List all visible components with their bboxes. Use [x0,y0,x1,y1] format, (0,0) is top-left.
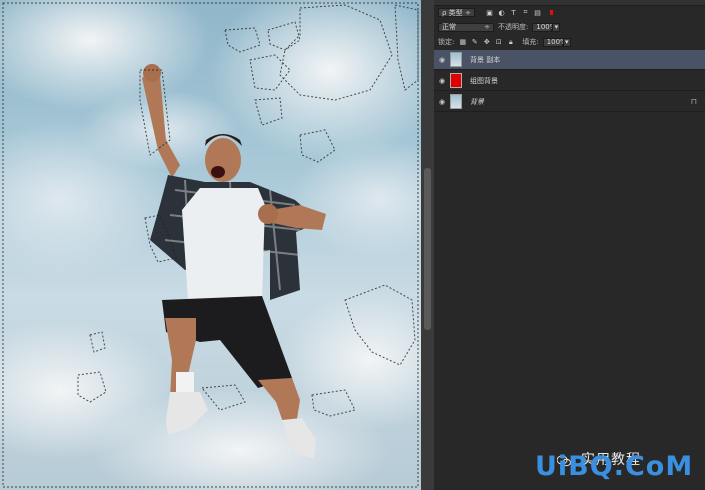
lock-label: 锁定: [438,38,455,46]
visibility-eye-icon[interactable]: ◉ [434,77,450,85]
filter-kind-label: ρ 类型 [442,8,463,17]
fill-slider-toggle[interactable]: ▾ [562,37,571,47]
lock-move-icon[interactable]: ✥ [482,38,491,47]
blend-mode-label: 正常 [442,23,456,31]
pixel-filter-icon[interactable]: ▣ [485,8,494,17]
layer-row[interactable]: ◉ 组图背景 [434,71,705,91]
panel-tab-strip [434,0,705,6]
watermark-brand: UiBQ.CoM [535,451,694,482]
shape-filter-icon[interactable]: ⌗ [521,8,530,17]
opacity-field[interactable]: 100% [532,22,556,32]
opacity-label: 不透明度: [498,23,529,31]
layer-row[interactable]: ◉ 背景 副本 [434,50,705,70]
type-filter-icon[interactable]: T [509,8,518,17]
visibility-eye-icon[interactable]: ◉ [434,56,450,64]
blend-mode-dropdown[interactable]: 正常 ÷ [438,22,494,32]
filter-toggle-icon[interactable] [550,10,553,15]
chevron-down-icon: ▾ [564,38,569,46]
chevron-down-icon: ÷ [484,23,490,31]
visibility-eye-icon[interactable]: ◉ [434,98,450,106]
smart-object-filter-icon[interactable]: ▤ [533,8,542,17]
lock-transparent-icon[interactable]: ▦ [458,38,467,47]
layer-thumbnail [450,73,462,88]
layer-name: 组图背景 [470,76,498,85]
lock-row: 锁定: ▦ ✎ ✥ ⊡ 🔒︎ 填充: 100% ▾ [434,37,705,47]
watermark: 实用教程 UiBQ.CoM [535,447,700,485]
canvas-scrollbar[interactable] [421,0,434,490]
layer-thumbnail [450,94,462,109]
layer-name: 背景 [470,97,484,106]
layer-name: 背景 副本 [470,55,501,64]
filter-kind-dropdown[interactable]: ρ 类型 ÷ [438,8,475,17]
lock-all-icon[interactable]: 🔒︎ [506,38,515,47]
chevron-down-icon: ÷ [465,8,471,17]
scrollbar-thumb[interactable] [424,168,431,330]
opacity-slider-toggle[interactable]: ▾ [552,22,561,32]
layer-filter-row: ρ 类型 ÷ ▣ ◐ T ⌗ ▤ [434,8,705,17]
lock-brush-icon[interactable]: ✎ [470,38,479,47]
layer-row[interactable]: ◉ 背景 ⊓ [434,92,705,112]
layers-empty-area [434,112,705,482]
layer-thumbnail [450,52,462,67]
adjustment-filter-icon[interactable]: ◐ [497,8,506,17]
chevron-down-icon: ▾ [554,23,559,31]
canvas-image [0,0,421,490]
fill-label: 填充: [522,38,539,46]
document-canvas[interactable] [0,0,421,490]
lock-artboard-icon[interactable]: ⊡ [494,38,503,47]
fill-field[interactable]: 100% [542,37,567,47]
lock-icon: ⊓ [690,97,697,106]
blend-row: 正常 ÷ 不透明度: 100% ▾ [434,22,705,32]
layers-panel: ρ 类型 ÷ ▣ ◐ T ⌗ ▤ 正常 ÷ 不透明度: 100% ▾ 锁定: ▦… [434,0,705,490]
